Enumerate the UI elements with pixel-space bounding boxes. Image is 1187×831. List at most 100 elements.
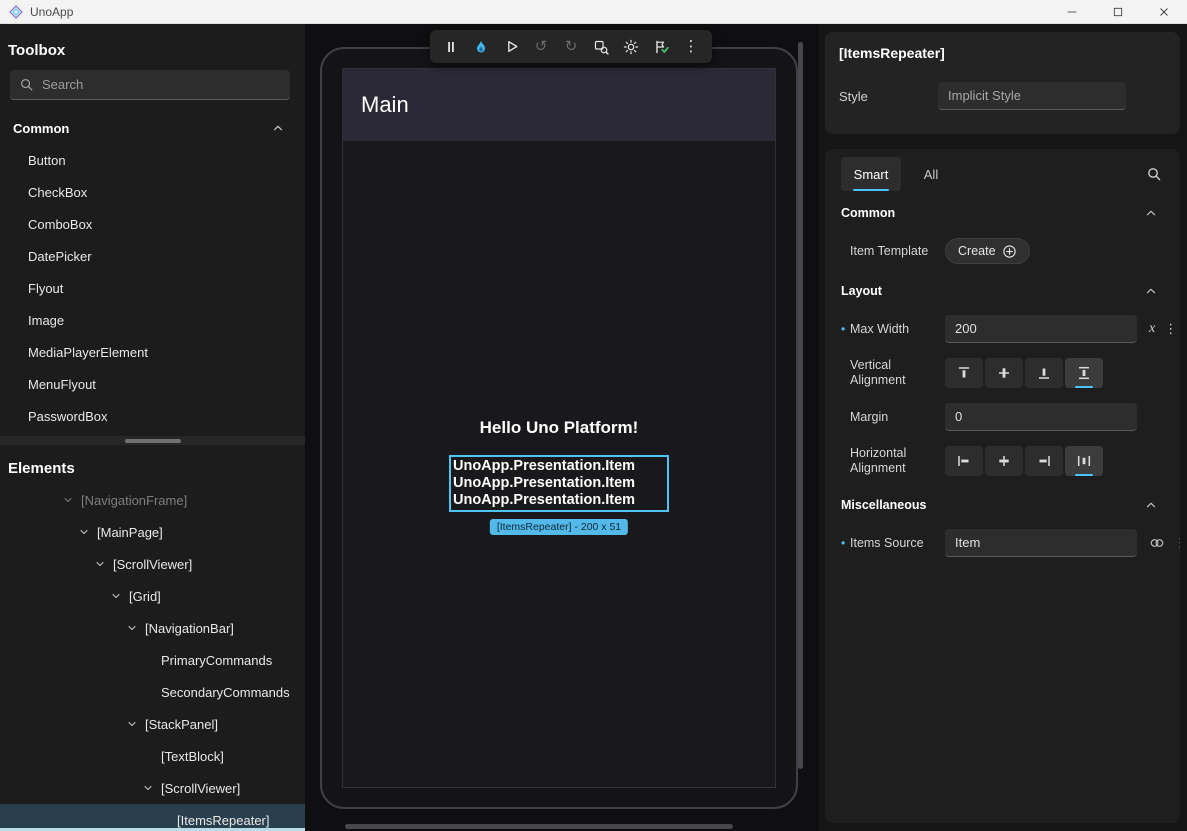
tree-item-mainpage[interactable]: [MainPage] (0, 516, 305, 548)
toolbox-search[interactable] (10, 70, 290, 100)
toolbox-item-button[interactable]: Button (0, 145, 305, 177)
inspect-element-button[interactable] (588, 33, 614, 60)
items-source-input[interactable] (945, 529, 1137, 557)
tree-item-grid[interactable]: [Grid] (0, 580, 305, 612)
toolbox-search-input[interactable] (42, 77, 281, 92)
tree-item-label: [ScrollViewer] (113, 557, 192, 572)
hot-reload-button[interactable] (468, 33, 494, 60)
valign-top-button[interactable] (945, 358, 983, 388)
horizontal-alignment-label: Horizontal Alignment (850, 446, 945, 476)
maximize-button[interactable] (1095, 0, 1141, 23)
vertical-alignment-label: Vertical Alignment (850, 358, 945, 388)
section-common[interactable]: Common (825, 195, 1180, 231)
undo-icon: ↺ (535, 39, 548, 54)
halign-left-button[interactable] (945, 446, 983, 476)
style-label: Style (839, 89, 938, 104)
tree-item-secondarycommands[interactable]: SecondaryCommands (0, 676, 305, 708)
more-options-icon[interactable]: ⋮ (1164, 322, 1177, 337)
tree-item-navigationframe[interactable]: [NavigationFrame] (0, 484, 305, 516)
properties-card: Smart All Common Item Template Create La… (825, 149, 1180, 823)
canvas-vertical-scrollbar[interactable] (798, 42, 803, 769)
tree-item-label: [ScrollViewer] (161, 781, 240, 796)
left-sidebar: Toolbox Common Button CheckBox ComboBox … (0, 24, 305, 831)
style-row: Style (839, 82, 1166, 110)
toolbox-item-mediaplayerelement[interactable]: MediaPlayerElement (0, 337, 305, 369)
item-template-row: Item Template Create (825, 231, 1180, 271)
toolbox-item-image[interactable]: Image (0, 305, 305, 337)
tree-item-scrollviewer[interactable]: [ScrollViewer] (0, 548, 305, 580)
theme-sun-icon (623, 39, 639, 55)
style-input[interactable] (938, 82, 1126, 110)
valign-bottom-button[interactable] (1025, 358, 1063, 388)
tab-smart-label: Smart (854, 167, 889, 182)
close-button[interactable] (1141, 0, 1187, 23)
minimize-icon (1065, 5, 1079, 19)
toolbox-item-combobox[interactable]: ComboBox (0, 209, 305, 241)
toolbox-item-flyout[interactable]: Flyout (0, 273, 305, 305)
elements-tree: [NavigationFrame] [MainPage] [ScrollView… (0, 484, 305, 831)
more-menu-button[interactable]: ⋮ (678, 33, 704, 60)
app-root: Toolbox Common Button CheckBox ComboBox … (0, 24, 1187, 831)
expression-binding-icon[interactable]: x (1149, 321, 1155, 337)
chevron-up-icon (271, 121, 285, 135)
chevron-down-icon (126, 718, 138, 730)
canvas-horizontal-scrollbar[interactable] (345, 824, 733, 829)
tab-smart[interactable]: Smart (841, 157, 901, 191)
panel-splitter[interactable] (0, 436, 305, 445)
undo-button[interactable]: ↺ (528, 33, 554, 60)
create-label: Create (958, 244, 996, 258)
halign-right-button[interactable] (1025, 446, 1063, 476)
toolbox-item-menuflyout[interactable]: MenuFlyout (0, 369, 305, 401)
toolbox-section-common[interactable]: Common (0, 113, 305, 143)
tree-item-scrollviewer-2[interactable]: [ScrollViewer] (0, 772, 305, 804)
search-icon (19, 77, 34, 92)
more-options-icon[interactable]: ⋮ (1174, 536, 1180, 551)
window-controls (1049, 0, 1187, 23)
selection-size-badge: [ItemsRepeater] - 200 x 51 (490, 519, 628, 535)
properties-search-button[interactable] (1146, 166, 1162, 182)
selected-itemsrepeater[interactable]: UnoApp.Presentation.Item UnoApp.Presenta… (449, 455, 669, 512)
tree-item-label: [NavigationFrame] (81, 493, 187, 508)
preview-navigationbar[interactable]: Main (343, 69, 775, 141)
valign-center-button[interactable] (985, 358, 1023, 388)
minimize-button[interactable] (1049, 0, 1095, 23)
max-width-input[interactable] (945, 315, 1137, 343)
data-binding-icon[interactable] (1149, 535, 1165, 551)
tab-all[interactable]: All (901, 157, 961, 191)
modified-dot: • (841, 537, 850, 549)
align-left-icon (956, 453, 972, 469)
tree-item-textblock[interactable]: [TextBlock] (0, 740, 305, 772)
tree-item-itemsrepeater[interactable]: [ItemsRepeater] (0, 804, 305, 831)
preview-body: Hello Uno Platform! UnoApp.Presentation.… (343, 141, 775, 787)
pause-button[interactable] (438, 33, 464, 60)
hot-reload-flame-icon (473, 39, 489, 55)
halign-stretch-button[interactable] (1065, 446, 1103, 476)
section-common-title: Common (841, 206, 895, 220)
tree-item-primarycommands[interactable]: PrimaryCommands (0, 644, 305, 676)
maximize-icon (1111, 5, 1125, 19)
validation-button[interactable] (648, 33, 674, 60)
valign-stretch-button[interactable] (1065, 358, 1103, 388)
create-template-button[interactable]: Create (945, 238, 1030, 264)
more-vertical-icon: ⋮ (684, 39, 699, 54)
toolbox-item-datepicker[interactable]: DatePicker (0, 241, 305, 273)
theme-toggle-button[interactable] (618, 33, 644, 60)
properties-panel: [ItemsRepeater] Style Smart All Common I… (817, 24, 1187, 831)
halign-center-button[interactable] (985, 446, 1023, 476)
preview-textblock[interactable]: Hello Uno Platform! (343, 418, 775, 438)
tree-item-stackpanel[interactable]: [StackPanel] (0, 708, 305, 740)
chevron-down-icon (94, 558, 106, 570)
margin-input[interactable] (945, 403, 1137, 431)
section-miscellaneous[interactable]: Miscellaneous (825, 487, 1180, 523)
tree-item-navigationbar[interactable]: [NavigationBar] (0, 612, 305, 644)
section-layout[interactable]: Layout (825, 273, 1180, 309)
redo-button[interactable]: ↻ (558, 33, 584, 60)
toolbox-item-passwordbox[interactable]: PasswordBox (0, 401, 305, 433)
design-canvas: ↺ ↻ ⋮ Main Hello Uno Platform! UnoApp.Pr… (305, 24, 817, 831)
app-logo-icon (9, 5, 23, 19)
align-top-icon (956, 365, 972, 381)
play-button[interactable] (498, 33, 524, 60)
toolbox-item-checkbox[interactable]: CheckBox (0, 177, 305, 209)
tree-item-label: SecondaryCommands (161, 685, 290, 700)
device-frame: Main Hello Uno Platform! UnoApp.Presenta… (320, 47, 798, 809)
